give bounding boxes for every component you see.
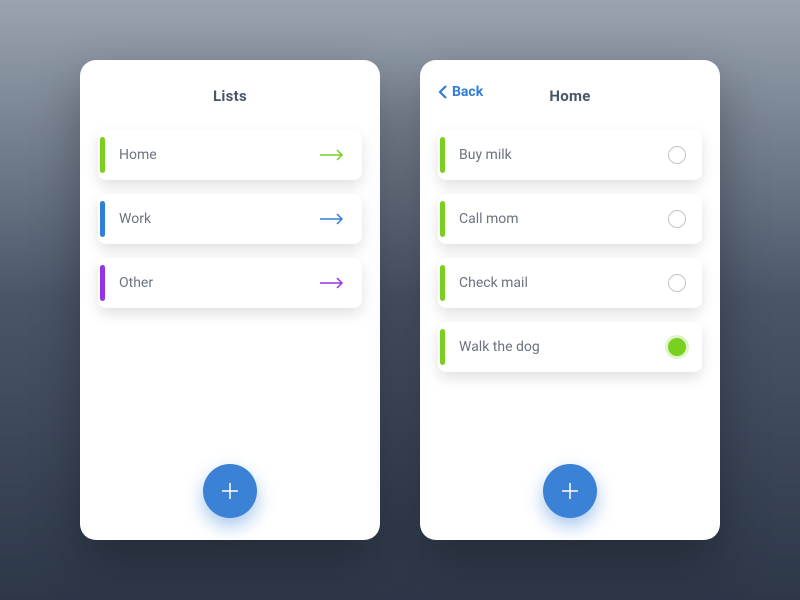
accent-bar bbox=[440, 329, 445, 365]
add-list-button[interactable] bbox=[203, 464, 257, 518]
accent-bar bbox=[440, 265, 445, 301]
chevron-left-icon bbox=[438, 84, 448, 100]
tasks-title: Home bbox=[549, 87, 590, 105]
add-task-button[interactable] bbox=[543, 464, 597, 518]
list-row-home[interactable]: Home bbox=[98, 130, 362, 180]
task-row[interactable]: Walk the dog bbox=[438, 322, 702, 372]
task-label: Check mail bbox=[459, 275, 668, 291]
task-radio[interactable] bbox=[668, 274, 686, 292]
task-radio[interactable] bbox=[668, 338, 686, 356]
task-label: Buy milk bbox=[459, 147, 668, 163]
arrow-right-icon bbox=[318, 148, 346, 162]
accent-bar bbox=[100, 137, 105, 173]
lists-card: Lists Home Work Other bbox=[80, 60, 380, 540]
task-label: Call mom bbox=[459, 211, 668, 227]
list-row-work[interactable]: Work bbox=[98, 194, 362, 244]
task-label: Walk the dog bbox=[459, 339, 668, 355]
list-label: Home bbox=[119, 147, 318, 163]
back-label: Back bbox=[452, 84, 483, 100]
lists-header: Lists bbox=[98, 84, 362, 108]
task-radio[interactable] bbox=[668, 210, 686, 228]
arrow-right-icon bbox=[318, 276, 346, 290]
back-button[interactable]: Back bbox=[438, 84, 483, 100]
accent-bar bbox=[440, 137, 445, 173]
task-row[interactable]: Check mail bbox=[438, 258, 702, 308]
arrow-right-icon bbox=[318, 212, 346, 226]
task-row[interactable]: Call mom bbox=[438, 194, 702, 244]
plus-icon bbox=[559, 480, 581, 502]
list-label: Other bbox=[119, 275, 318, 291]
list-row-other[interactable]: Other bbox=[98, 258, 362, 308]
list-label: Work bbox=[119, 211, 318, 227]
tasks-header: Back Home bbox=[438, 84, 702, 108]
tasks-card: Back Home Buy milk Call mom Check mail W… bbox=[420, 60, 720, 540]
task-row[interactable]: Buy milk bbox=[438, 130, 702, 180]
task-radio[interactable] bbox=[668, 146, 686, 164]
lists-title: Lists bbox=[213, 87, 247, 105]
accent-bar bbox=[440, 201, 445, 237]
accent-bar bbox=[100, 201, 105, 237]
accent-bar bbox=[100, 265, 105, 301]
plus-icon bbox=[219, 480, 241, 502]
